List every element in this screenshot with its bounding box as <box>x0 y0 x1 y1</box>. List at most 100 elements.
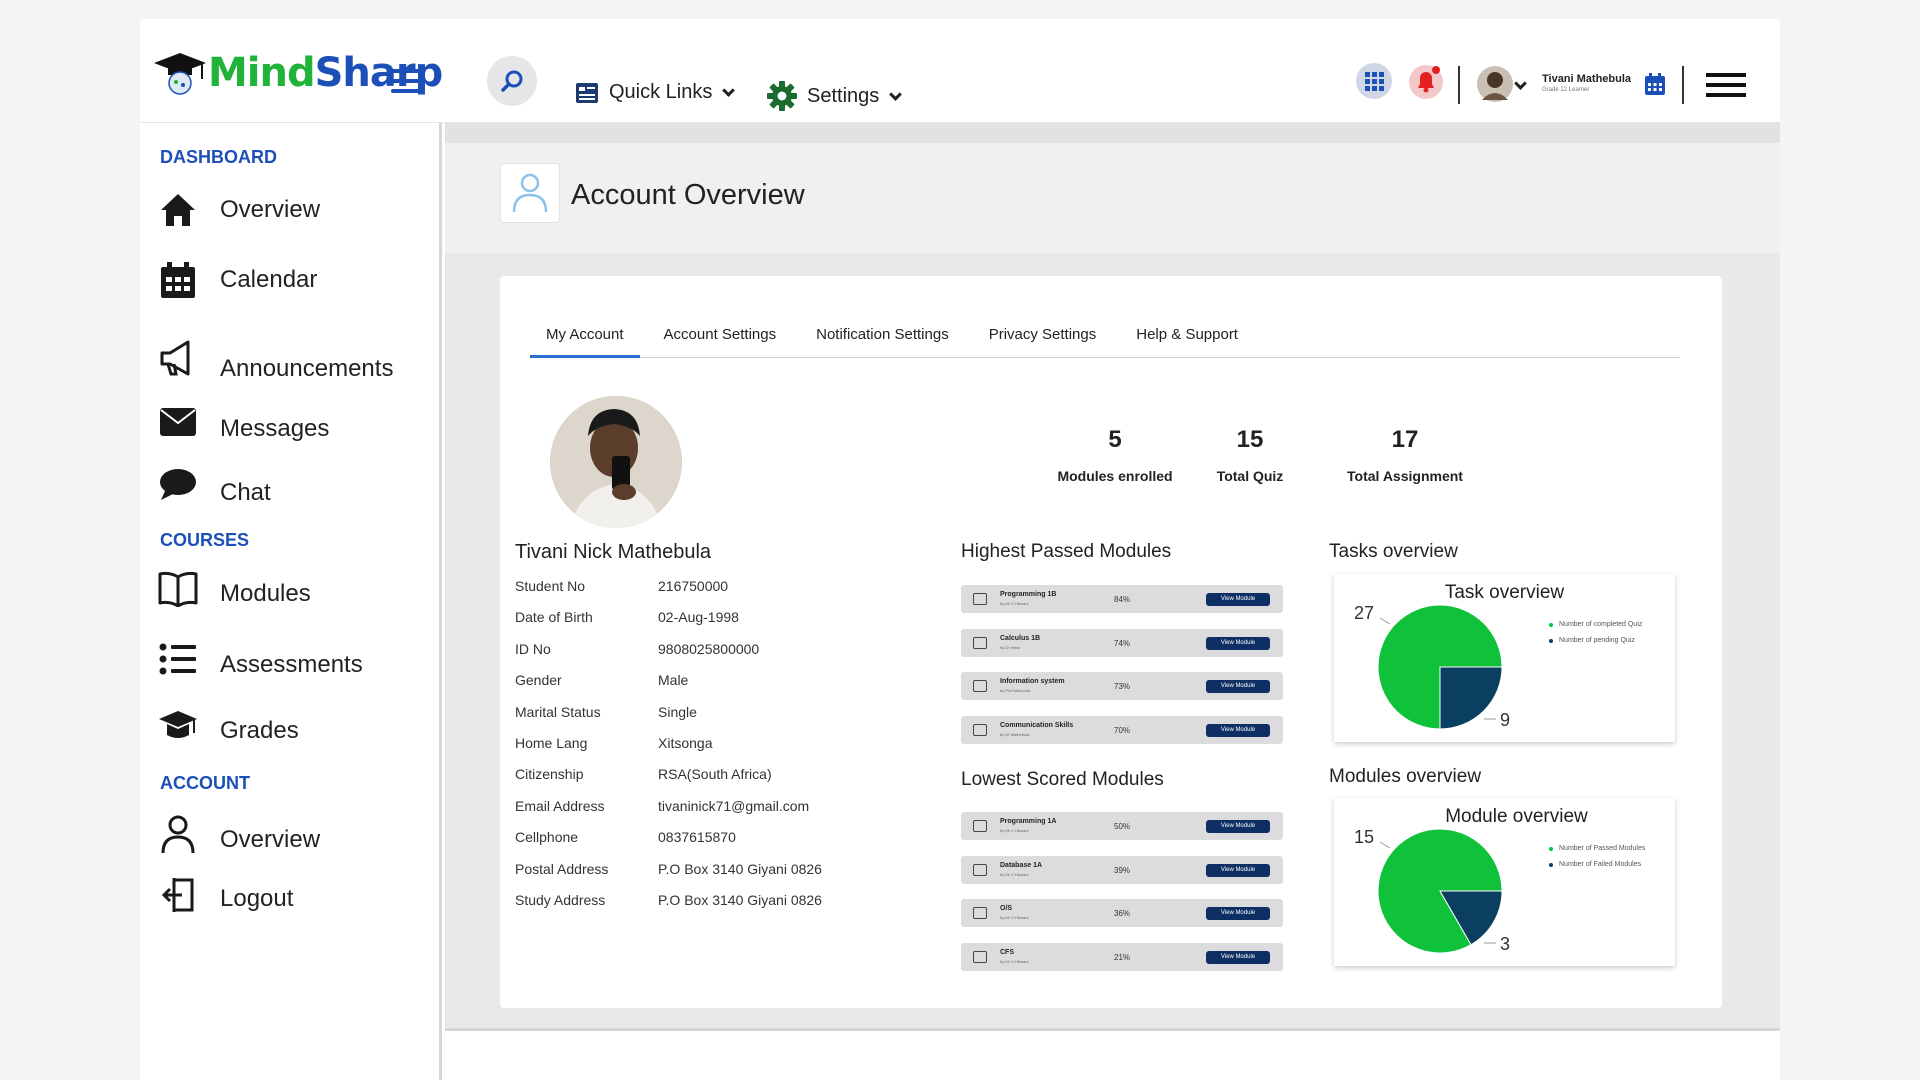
view-module-button[interactable]: View Module <box>1206 593 1270 606</box>
stat-value: 15 <box>1236 426 1264 453</box>
settings-menu[interactable]: Settings <box>767 81 903 111</box>
view-module-button[interactable]: View Module <box>1206 907 1270 920</box>
module-row: Database 1A by Mr V Hlonani 39% View Module <box>961 855 1283 884</box>
field-value: RSA(South Africa) <box>658 766 772 783</box>
chevron-down-icon <box>722 84 736 97</box>
sidebar-item-chat[interactable]: Chat <box>158 463 271 507</box>
top-header: MindSharp Quick Links Settings Tivani Ma… <box>140 19 1780 123</box>
logo-mind: Mind <box>208 50 316 96</box>
module-icon <box>973 636 987 649</box>
module-lecturer: by Mr V Hlonani <box>1000 828 1029 833</box>
user-menu-chevron-icon[interactable] <box>1514 77 1527 90</box>
view-module-button[interactable]: View Module <box>1206 680 1270 693</box>
module-percent: 36% <box>1114 909 1131 918</box>
sidebar-item-label: Overview <box>220 826 321 853</box>
module-lecturer: by Mr V Hlonani <box>1000 601 1029 606</box>
stat-label: Modules enrolled <box>1057 468 1173 484</box>
sidebar-item-announcements[interactable]: Announcements <box>158 333 393 383</box>
module-percent: 74% <box>1114 638 1131 648</box>
logout-icon <box>161 878 194 912</box>
tab-privacy-settings[interactable]: Privacy Settings <box>973 316 1113 358</box>
sidebar-item-modules[interactable]: Modules <box>158 569 311 609</box>
sidebar-item-assessments[interactable]: Assessments <box>158 639 363 679</box>
notification-bell-icon[interactable] <box>1407 62 1445 100</box>
module-percent: 70% <box>1114 725 1131 735</box>
tab-notification-settings[interactable]: Notification Settings <box>800 316 965 358</box>
sidebar-toggle-icon[interactable] <box>391 69 419 99</box>
chat-bubble-icon <box>160 469 196 500</box>
logo-sharp: Sharp <box>314 50 444 96</box>
module-row: CFS by Mr V Hlonani 21% View Module <box>961 942 1283 971</box>
sidebar-item-overview[interactable]: Overview <box>158 190 320 230</box>
tab-account-settings[interactable]: Account Settings <box>648 316 793 358</box>
sidebar-item-calendar[interactable]: Calendar <box>158 260 317 300</box>
field-label: Home Lang <box>515 735 588 751</box>
main-menu-icon[interactable] <box>1706 73 1746 103</box>
sidebar-item-label: Chat <box>220 479 271 506</box>
book-icon <box>158 571 198 607</box>
sidebar-item-label: Assessments <box>220 651 363 678</box>
legend-item: Number of Passed Modules <box>1549 845 1645 852</box>
profile-photo <box>550 396 682 528</box>
module-row: Programming 1A by Mr V Hlonani 50% View Mod… <box>961 812 1283 840</box>
module-percent: 73% <box>1114 682 1131 691</box>
module-icon <box>973 820 987 832</box>
view-module-button[interactable]: View Module <box>1206 636 1270 650</box>
sidebar-item-messages[interactable]: Messages <box>158 401 329 443</box>
quick-links-menu[interactable]: Quick Links <box>575 81 736 104</box>
pie-label-secondary: 3 <box>1500 934 1510 954</box>
field-value: P.O Box 3140 Giyani 0826 <box>658 892 822 908</box>
sidebar-item-account-overview[interactable]: Overview <box>158 815 320 855</box>
graduation-cap-icon <box>159 711 197 738</box>
apps-grid-icon[interactable] <box>1356 63 1392 99</box>
module-overview-chart: Module overview 15 3 Number of Passed Mod… <box>1334 798 1675 966</box>
field-value: P.O Box 3140 Giyani 0826 <box>658 860 822 877</box>
module-lecturer: by Prof Makunda <box>1000 688 1031 693</box>
field-label: Cellphone <box>515 829 579 846</box>
pie-label-leader <box>1379 841 1391 849</box>
module-pie-chart: 15 3 <box>1354 827 1510 954</box>
user-avatar[interactable] <box>1477 66 1513 107</box>
module-row: Calculus 1B by Dr Hlela 74% View Module <box>961 628 1283 657</box>
lowest-modules-title: Lowest Scored Modules <box>961 769 1164 790</box>
task-overview-chart: Task overview 27 9 Number of completed Qu… <box>1334 574 1675 742</box>
module-name: Programming 1B <box>1000 591 1057 598</box>
profile-full-name: Tivani Nick Mathebula <box>515 541 712 563</box>
field-label: Gender <box>515 672 562 689</box>
view-module-button[interactable]: View Module <box>1206 863 1270 877</box>
module-name: Information system <box>1000 678 1065 685</box>
module-row: Programming 1B by Mr V Hlonani 84% View Mod… <box>961 585 1283 613</box>
main-content: Account Overview My Account Account Sett… <box>445 123 1780 1028</box>
field-value: tivaninick71@gmail.com <box>658 797 810 814</box>
user-outline-icon <box>512 173 548 213</box>
settings-label: Settings <box>807 84 880 107</box>
sidebar-item-label: Messages <box>220 415 330 442</box>
sidebar-item-label: Modules <box>220 580 311 607</box>
field-value: 216750000 <box>658 578 729 594</box>
calendar-icon[interactable] <box>1644 72 1666 96</box>
header-divider <box>1458 66 1460 104</box>
view-module-button[interactable]: View Module <box>1206 820 1270 833</box>
sidebar-item-logout[interactable]: Logout <box>158 875 293 915</box>
search-button[interactable] <box>487 56 537 106</box>
sidebar-item-grades[interactable]: Grades <box>158 706 299 746</box>
stat-label: Total Assignment <box>1347 468 1463 484</box>
view-module-button[interactable]: View Module <box>1206 950 1270 964</box>
view-module-button[interactable]: View Module <box>1206 723 1270 737</box>
field-value: 0837615870 <box>658 829 736 846</box>
calendar-icon <box>161 262 195 298</box>
legend-label: Number of completed Quiz <box>1559 621 1643 628</box>
stat-total-quiz: 15 Total Quiz <box>1205 426 1295 484</box>
page-title: Account Overview <box>571 179 805 211</box>
main-footer-area <box>445 1028 1780 1080</box>
module-lecturer: by Dr Hlela <box>1000 644 1020 650</box>
sidebar-item-label: Calendar <box>220 266 318 293</box>
tab-help-support[interactable]: Help & Support <box>1120 316 1254 358</box>
field-value: Xitsonga <box>658 735 713 751</box>
module-lecturer: by Mr V Hlonani <box>1000 958 1029 964</box>
stat-label: Total Quiz <box>1216 468 1284 484</box>
home-icon <box>161 194 195 226</box>
tab-my-account[interactable]: My Account <box>530 316 640 358</box>
stat-value: 5 <box>1108 426 1122 453</box>
module-icon <box>973 680 987 692</box>
